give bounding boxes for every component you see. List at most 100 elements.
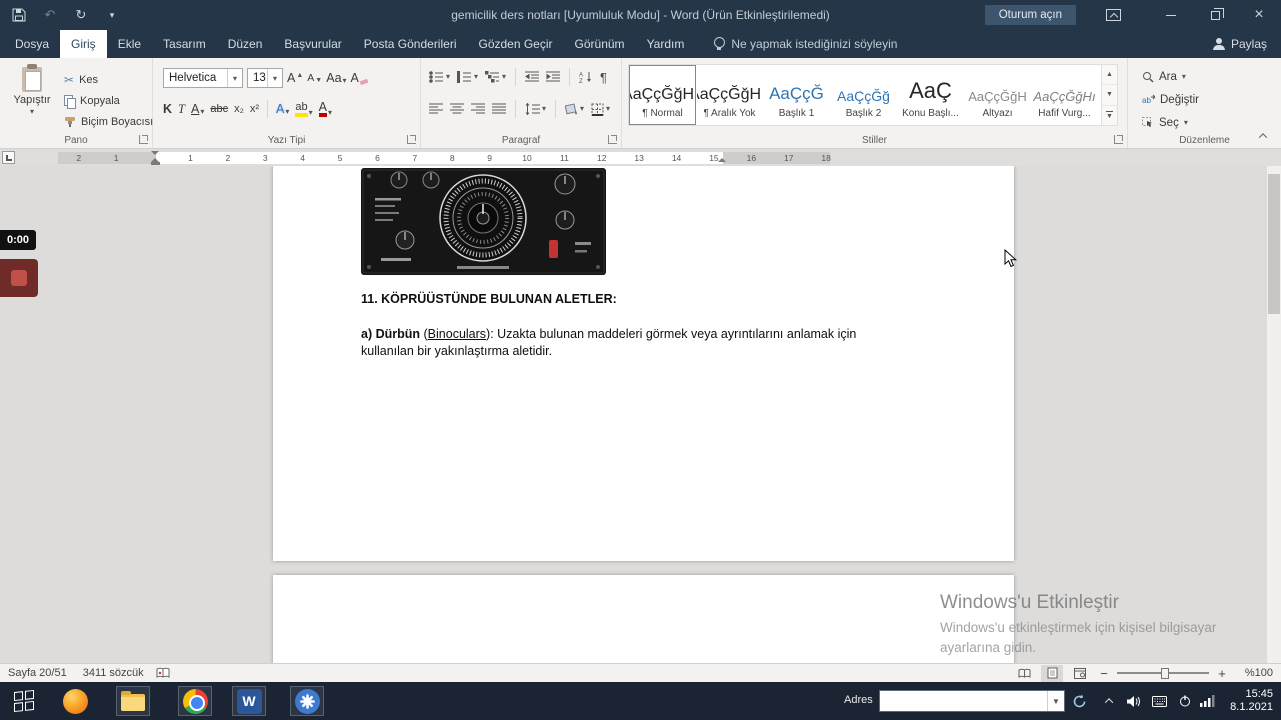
cut-button[interactable]: ✂ Kes [64,69,153,90]
find-button[interactable]: Ara ▾ [1142,68,1199,86]
tab-stop-selector[interactable] [2,151,15,164]
superscript-button[interactable]: x² [250,103,259,115]
collapse-ribbon-button[interactable] [1255,130,1271,142]
indent-marker-right[interactable] [718,158,726,162]
replace-button[interactable]: ab Değiştir [1142,91,1199,109]
tab-gozden-gecir[interactable]: Gözden Geçir [467,30,563,58]
start-button[interactable] [0,682,48,720]
customize-qat-caret-icon[interactable]: ▾ [103,6,121,24]
paste-button[interactable]: Yapıştır ▾ [8,63,56,139]
style-heading2[interactable]: AaÇçĞğ Başlık 2 [830,65,897,125]
clear-formatting-button[interactable]: A [351,71,368,85]
vertical-scrollbar[interactable] [1266,166,1281,663]
tab-giris[interactable]: Giriş [60,30,107,58]
style-normal[interactable]: AaÇçĞğHh ¶ Normal [629,65,696,125]
taskbar-chrome-icon[interactable] [178,686,212,716]
show-hide-paragraph-marks-button[interactable]: ¶ [600,70,607,85]
tab-dosya[interactable]: Dosya [4,30,60,58]
styles-gallery-expand-icon[interactable]: ▼ [1102,106,1117,125]
horizontal-ruler[interactable]: 2 1 1 2 3 4 5 6 7 8 9 10 11 12 13 14 15 16 17 18 [0,149,1281,166]
word-count[interactable]: 3411 sözcük [75,667,152,679]
numbering-button[interactable]: ▾ [457,71,478,83]
text-effects-button[interactable]: A ▾ [276,102,289,116]
font-color-button[interactable]: A ▾ [318,101,332,118]
bullets-button[interactable]: ▾ [429,71,450,83]
close-button[interactable]: × [1237,0,1281,30]
scrollbar-thumb[interactable] [1268,174,1280,314]
shrink-font-button[interactable]: A ▼ [307,72,322,84]
network-icon[interactable] [1196,682,1218,720]
power-icon[interactable] [1174,682,1196,720]
align-right-button[interactable] [471,103,485,115]
restore-button[interactable] [1193,0,1237,30]
read-mode-button[interactable] [1013,665,1035,682]
recorder-stop-button[interactable] [0,259,38,297]
share-button[interactable]: Paylaş [1212,30,1267,58]
font-size-caret-icon[interactable]: ▾ [267,69,282,87]
keyboard-icon[interactable] [1148,682,1170,720]
document-page-1[interactable]: 11. KÖPRÜÜSTÜNDE BULUNAN ALETLER: a) Dür… [273,166,1014,561]
bold-button[interactable]: K [163,102,172,116]
ribbon-display-options-icon[interactable] [1106,9,1121,21]
taskbar-word-icon[interactable]: W [232,686,266,716]
undo-icon[interactable]: ↶ [41,6,59,24]
print-layout-button[interactable] [1041,664,1063,682]
tab-gorunum[interactable]: Görünüm [564,30,636,58]
italic-button[interactable]: T [178,102,185,117]
indent-marker-left[interactable] [151,151,160,165]
underline-button[interactable]: A ▾ [191,102,204,116]
taskbar-clock[interactable]: 15:45 8.1.2021 [1230,688,1273,714]
shading-button[interactable]: ▾ [565,103,584,115]
copy-button[interactable]: Kopyala [64,90,153,111]
zoom-percentage[interactable]: %100 [1235,667,1273,679]
tab-yardim[interactable]: Yardım [636,30,696,58]
align-center-button[interactable] [450,103,464,115]
align-left-button[interactable] [429,103,443,115]
justify-button[interactable] [492,103,506,115]
increase-indent-button[interactable] [546,71,561,83]
styles-scroll-up-icon[interactable]: ▲ [1102,65,1117,86]
instrument-image[interactable] [361,168,606,275]
zoom-slider[interactable] [1117,665,1209,682]
tab-posta-gonderileri[interactable]: Posta Gönderileri [353,30,468,58]
styles-scroll-down-icon[interactable]: ▼ [1102,85,1117,106]
tab-tasarim[interactable]: Tasarım [152,30,217,58]
font-name-caret-icon[interactable]: ▾ [227,69,242,87]
multilevel-list-button[interactable]: ▾ [485,71,506,83]
zoom-out-button[interactable]: − [1097,666,1111,681]
taskbar-recorder-app-icon[interactable] [290,686,324,716]
sort-button[interactable]: AZ [579,71,593,83]
save-icon[interactable] [10,6,28,24]
taskbar-firefox-icon[interactable] [58,686,92,716]
highlight-button[interactable]: ab ▾ [295,101,313,117]
font-name-combobox[interactable]: Helvetica ▾ [163,68,243,88]
tell-me-search[interactable]: Ne yapmak istediğinizi söyleyin [713,30,897,58]
address-input[interactable]: ▼ [879,690,1065,712]
style-title[interactable]: AaÇ Konu Başlı... [897,65,964,125]
show-hidden-icons-button[interactable] [1098,682,1120,720]
volume-icon[interactable] [1122,682,1144,720]
paste-caret-icon[interactable]: ▾ [30,108,34,116]
page-indicator[interactable]: Sayfa 20/51 [0,667,75,679]
font-size-combobox[interactable]: 13 ▾ [247,68,283,88]
line-spacing-button[interactable]: ▾ [525,103,546,115]
address-refresh-button[interactable] [1068,682,1090,720]
address-dropdown-caret-icon[interactable]: ▼ [1047,691,1064,711]
style-subtitle[interactable]: AaÇçĞğH Altyazı [964,65,1031,125]
style-no-spacing[interactable]: AaÇçĞğHh ¶ Aralık Yok [696,65,763,125]
change-case-button[interactable]: Aa ▾ [326,71,346,85]
minimize-button[interactable] [1149,0,1193,30]
style-heading1[interactable]: AaÇçĞ Başlık 1 [763,65,830,125]
proofing-icon[interactable] [156,667,170,679]
select-button[interactable]: Seç ▾ [1142,114,1199,132]
taskbar-file-explorer-icon[interactable] [116,686,150,716]
web-layout-button[interactable] [1069,665,1091,682]
zoom-slider-thumb[interactable] [1161,667,1169,679]
sign-in-button[interactable]: Oturum açın [984,5,1076,25]
format-painter-button[interactable]: Biçim Boyacısı [64,111,153,132]
tab-duzen[interactable]: Düzen [217,30,274,58]
strikethrough-button[interactable]: abc [210,103,228,115]
subscript-button[interactable]: x₂ [234,103,244,115]
tab-ekle[interactable]: Ekle [107,30,152,58]
tab-basvurular[interactable]: Başvurular [273,30,352,58]
